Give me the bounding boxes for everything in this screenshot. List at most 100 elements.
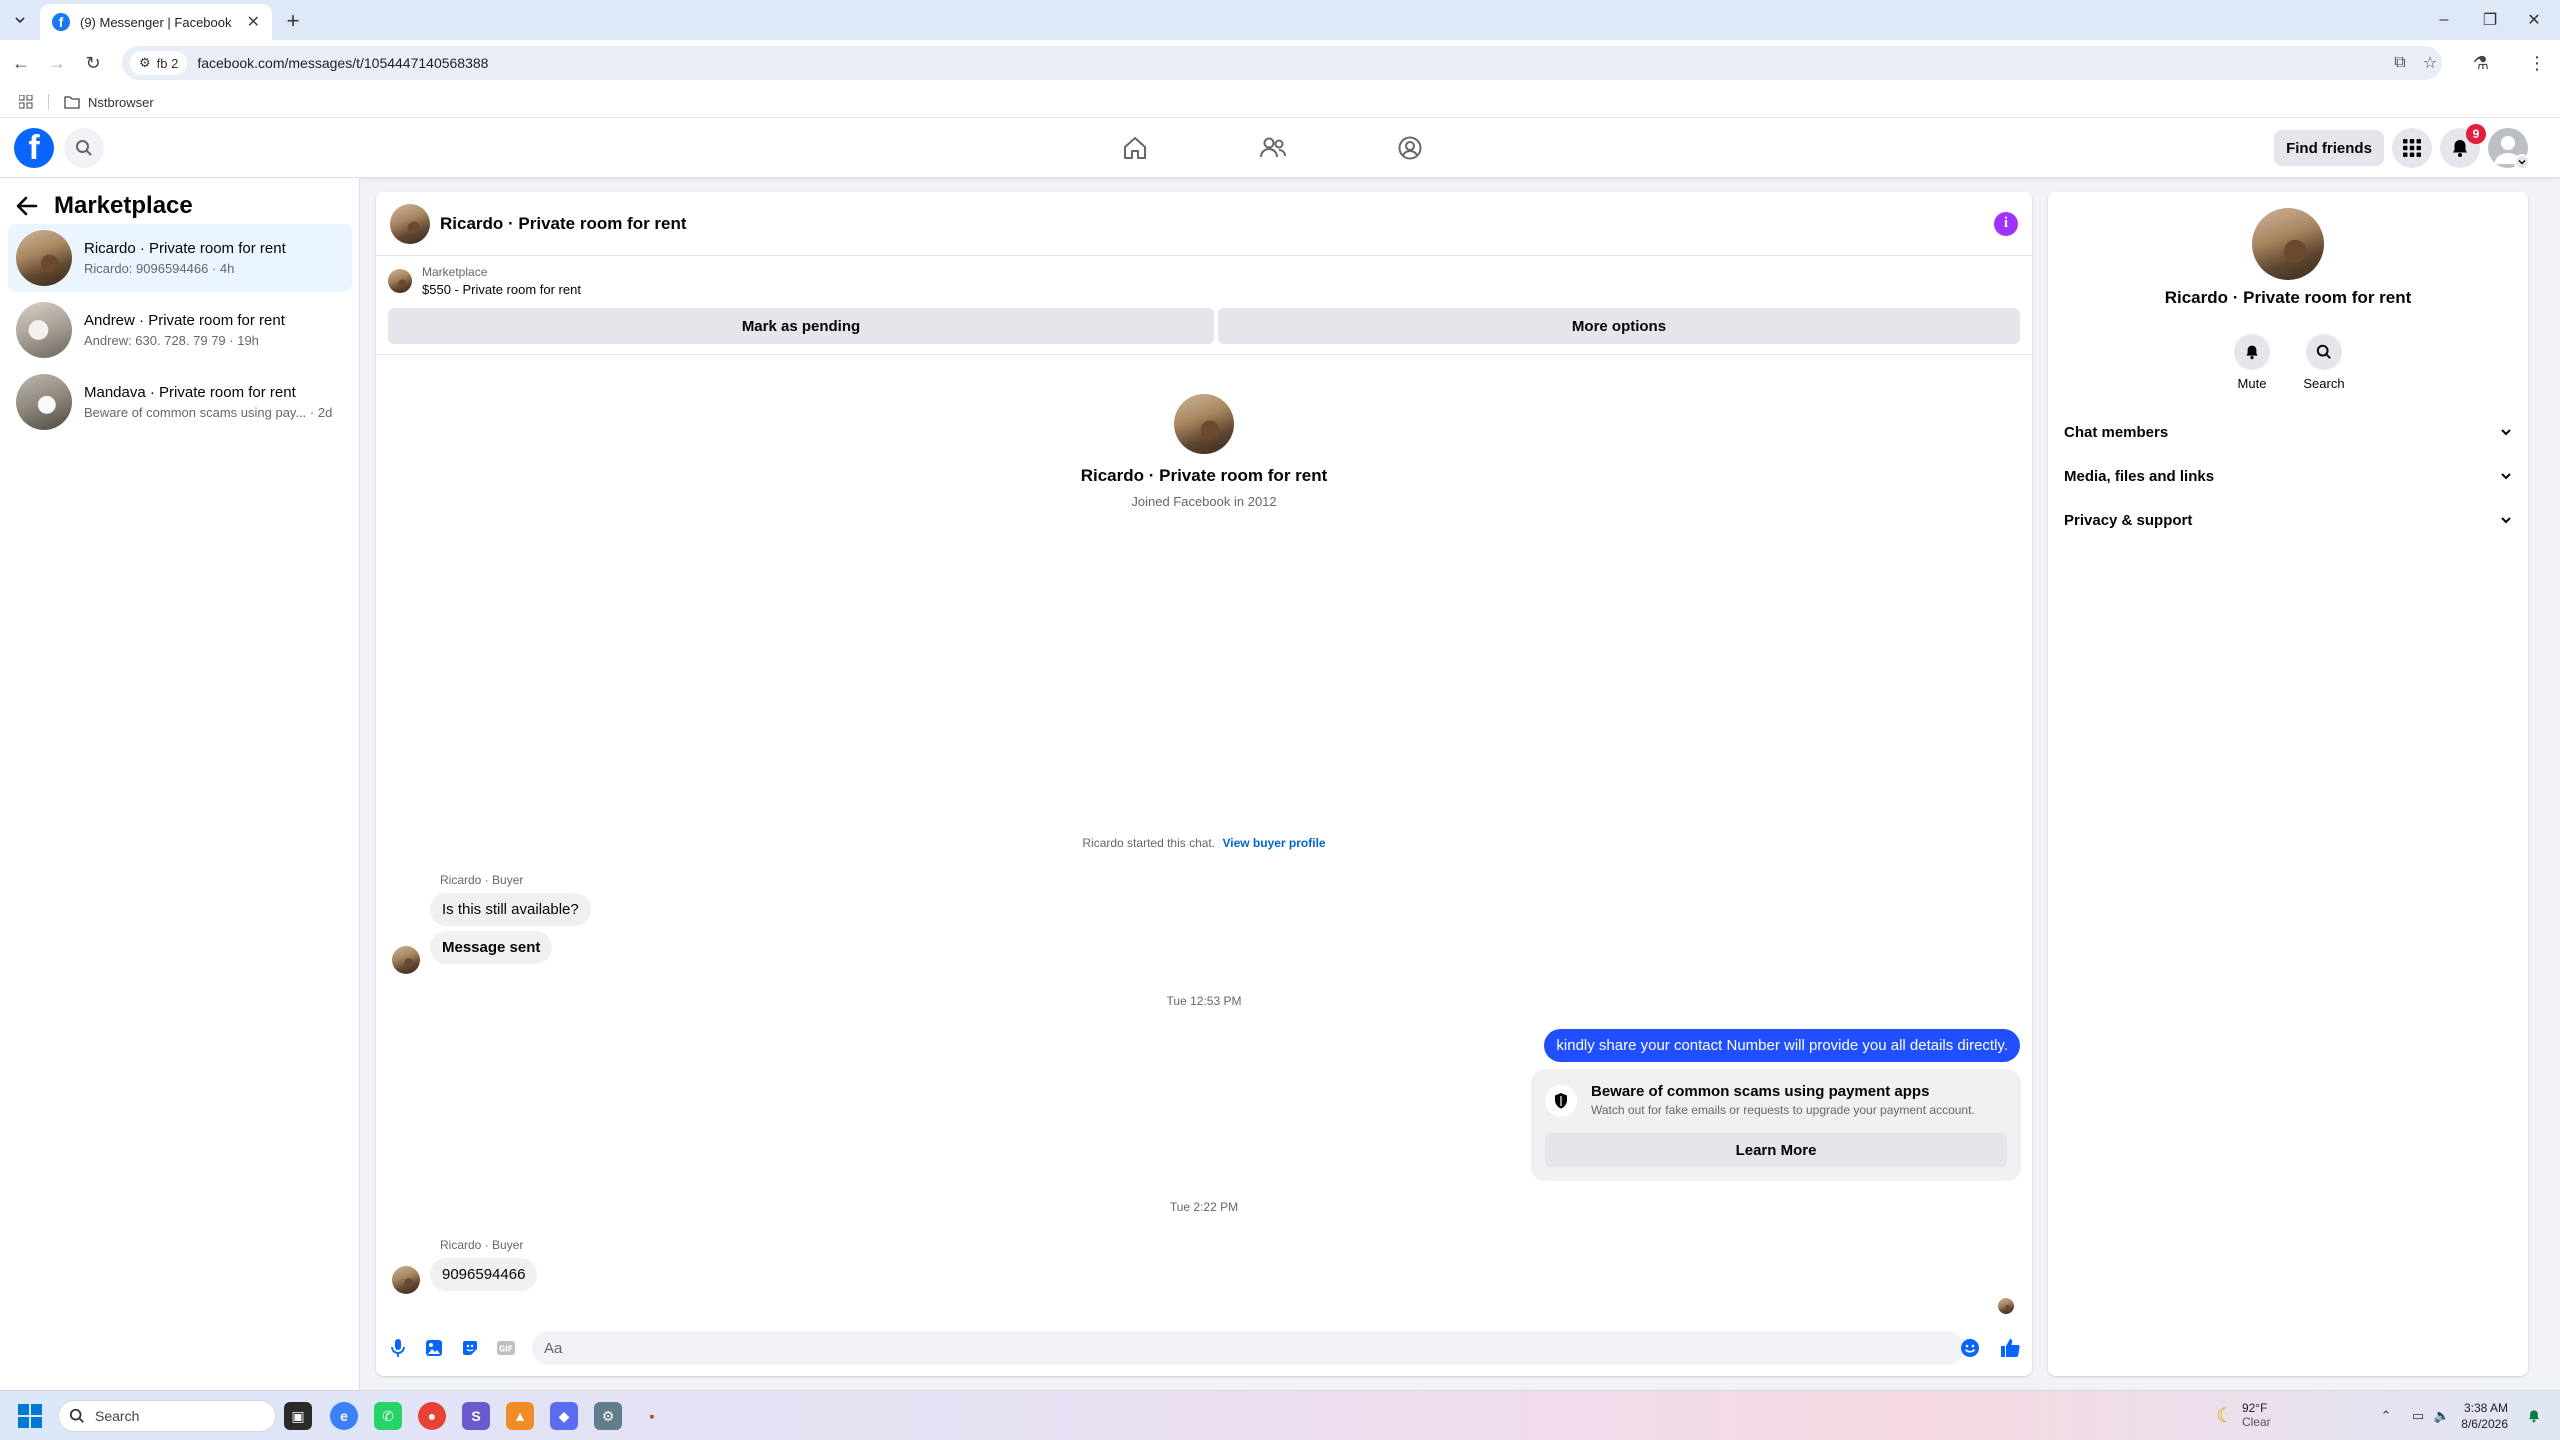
account-chevron-icon[interactable]	[2514, 154, 2530, 170]
view-buyer-profile-link[interactable]: View buyer profile	[1222, 836, 1325, 850]
reload-icon[interactable]: ↻	[80, 50, 106, 76]
weather-condition: Clear	[2241, 1415, 2271, 1429]
whatsapp-icon[interactable]: ✆	[374, 1402, 402, 1430]
app-icon[interactable]: ▪	[638, 1402, 666, 1430]
listing-price-title: $550 - Private room for rent	[422, 282, 581, 297]
incoming-message[interactable]: 9096594466	[430, 1258, 538, 1291]
bell-icon	[2453, 140, 2467, 157]
friends-nav-button[interactable]	[1218, 128, 1328, 168]
minimize-icon[interactable]: –	[2424, 6, 2464, 34]
speaker-icon[interactable]: 🔈	[2432, 1406, 2452, 1426]
avatar[interactable]	[392, 946, 420, 974]
listing-thumbnail	[388, 269, 412, 293]
home-nav-button[interactable]	[1080, 128, 1190, 168]
message-input[interactable]	[532, 1331, 1964, 1365]
friends-icon	[1260, 137, 1286, 158]
bookmarks-bar: Nstbrowser	[0, 86, 2560, 118]
avatar[interactable]	[2252, 208, 2324, 280]
avatar[interactable]	[390, 203, 430, 244]
weather-widget[interactable]: ☾ 92°F Clear	[2216, 1401, 2271, 1429]
tab-close-icon[interactable]: ✕	[247, 12, 260, 32]
site-info-chip[interactable]: ⚙ fb 2	[130, 51, 188, 75]
nstbrowser-icon[interactable]: ◆	[550, 1402, 578, 1430]
chevron-up-icon[interactable]: ⌃	[2376, 1406, 2396, 1426]
install-app-icon[interactable]: ⧉	[2388, 52, 2412, 74]
chat-title[interactable]: Ricardo · Private room for rent	[440, 214, 1984, 234]
avatar[interactable]	[1174, 394, 1234, 454]
media-files-links-row[interactable]: Media, files and links	[2064, 458, 2512, 494]
microphone-icon[interactable]	[386, 1336, 410, 1360]
search-icon	[76, 140, 92, 156]
notification-badge: 9	[2466, 124, 2486, 144]
url-text[interactable]: facebook.com/messages/t/1054447140568388	[197, 55, 488, 71]
message-timestamp: Tue 12:53 PM	[1166, 994, 1242, 1008]
gif-icon[interactable]: GIF	[494, 1336, 518, 1360]
marketplace-listing-strip[interactable]: Marketplace $550 - Private room for rent	[388, 264, 581, 298]
learn-more-button[interactable]: Learn More	[1545, 1133, 2007, 1167]
window-close-icon[interactable]: ✕	[2514, 6, 2554, 34]
browser-menu-icon[interactable]: ⋮	[2524, 50, 2550, 76]
profile-circle-icon	[1398, 136, 1422, 160]
task-view-icon[interactable]: ▣	[284, 1402, 312, 1430]
forward-arrow-icon[interactable]: →	[44, 50, 70, 76]
search-label: Search	[2303, 376, 2345, 391]
search-conversation-button[interactable]: Search	[2294, 334, 2354, 391]
browser-tab-messenger[interactable]: f (9) Messenger | Facebook ✕	[40, 4, 272, 40]
tab-search-chevron-icon[interactable]	[8, 8, 32, 32]
vlc-icon[interactable]: ▲	[506, 1402, 534, 1430]
more-options-button[interactable]: More options	[1218, 308, 2020, 344]
intro-joined: Joined Facebook in 2012	[1131, 494, 1277, 509]
row-label: Media, files and links	[2064, 467, 2215, 485]
address-bar[interactable]: ⚙ fb 2 facebook.com/messages/t/105444714…	[122, 46, 2442, 80]
settings-gear-icon[interactable]: ⚙	[594, 1402, 622, 1430]
notification-bell-icon[interactable]	[2524, 1406, 2544, 1426]
conversation-name: Andrew · Private room for rent	[84, 312, 285, 329]
incoming-message[interactable]: Message sent	[430, 931, 553, 964]
system-clock[interactable]: 3:38 AM 8/6/2026	[2452, 1400, 2508, 1432]
back-arrow-icon[interactable]	[16, 196, 38, 216]
info-icon[interactable]: i	[1994, 211, 2018, 236]
chrome-icon[interactable]: ●	[418, 1402, 446, 1430]
app-icon[interactable]: S	[462, 1402, 490, 1430]
conversation-item-mandava[interactable]: Mandava · Private room for rent Beware o…	[8, 368, 352, 436]
clock-time: 3:38 AM	[2463, 1401, 2508, 1415]
chat-info-panel: Ricardo · Private room for rent Mute Sea…	[2048, 192, 2528, 1376]
taskbar-search[interactable]: Search	[58, 1400, 276, 1432]
apps-grid-icon[interactable]	[16, 92, 36, 112]
network-icon[interactable]: ▭	[2408, 1406, 2428, 1426]
back-arrow-icon[interactable]: ←	[8, 50, 34, 76]
windows-taskbar: Search ▣ e ✆ ● S ▲ ◆ ⚙ ▪ ☾ 92°F Clear ⌃ …	[0, 1390, 2560, 1440]
restore-icon[interactable]: ❐	[2470, 6, 2510, 34]
conversation-item-andrew[interactable]: Andrew · Private room for rent Andrew: 6…	[8, 296, 352, 364]
labs-flask-icon[interactable]: ⚗	[2468, 50, 2494, 76]
find-friends-button[interactable]: Find friends	[2274, 130, 2384, 166]
conversation-item-ricardo[interactable]: Ricardo · Private room for rent Ricardo:…	[8, 224, 352, 292]
browser-toolbar: ← → ↻ ⚙ fb 2 facebook.com/messages/t/105…	[0, 40, 2560, 86]
avatar	[16, 374, 72, 430]
windows-start-icon[interactable]	[18, 1404, 42, 1428]
mute-button[interactable]: Mute	[2222, 334, 2282, 391]
new-tab-plus-icon[interactable]: +	[280, 8, 306, 34]
mark-as-pending-button[interactable]: Mark as pending	[388, 308, 1214, 344]
emoji-icon[interactable]	[1958, 1336, 1982, 1360]
search-icon	[69, 1408, 84, 1423]
thumbs-up-icon[interactable]	[1998, 1336, 2022, 1360]
facebook-search-button[interactable]	[64, 128, 104, 168]
sidebar-header: Marketplace	[16, 188, 193, 224]
avatar[interactable]	[392, 1266, 420, 1294]
chat-members-row[interactable]: Chat members	[2064, 414, 2512, 450]
menu-grid-button[interactable]	[2392, 128, 2432, 168]
facebook-logo-icon[interactable]: f	[14, 128, 54, 168]
privacy-support-row[interactable]: Privacy & support	[2064, 502, 2512, 538]
scam-warning-description: Watch out for fake emails or requests to…	[1591, 1103, 1975, 1117]
photo-attach-icon[interactable]	[422, 1336, 446, 1360]
bookmark-folder-nstbrowser[interactable]: Nstbrowser	[64, 91, 154, 113]
incoming-message[interactable]: Is this still available?	[430, 893, 591, 926]
search-icon	[2306, 334, 2342, 370]
menu-grid-icon	[2403, 139, 2421, 157]
bookmark-star-icon[interactable]: ☆	[2418, 52, 2442, 74]
edge-browser-icon[interactable]: e	[330, 1402, 358, 1430]
profile-nav-button[interactable]	[1355, 128, 1465, 168]
sticker-icon[interactable]	[458, 1336, 482, 1360]
outgoing-message[interactable]: kindly share your contact Number will pr…	[1544, 1029, 2020, 1062]
